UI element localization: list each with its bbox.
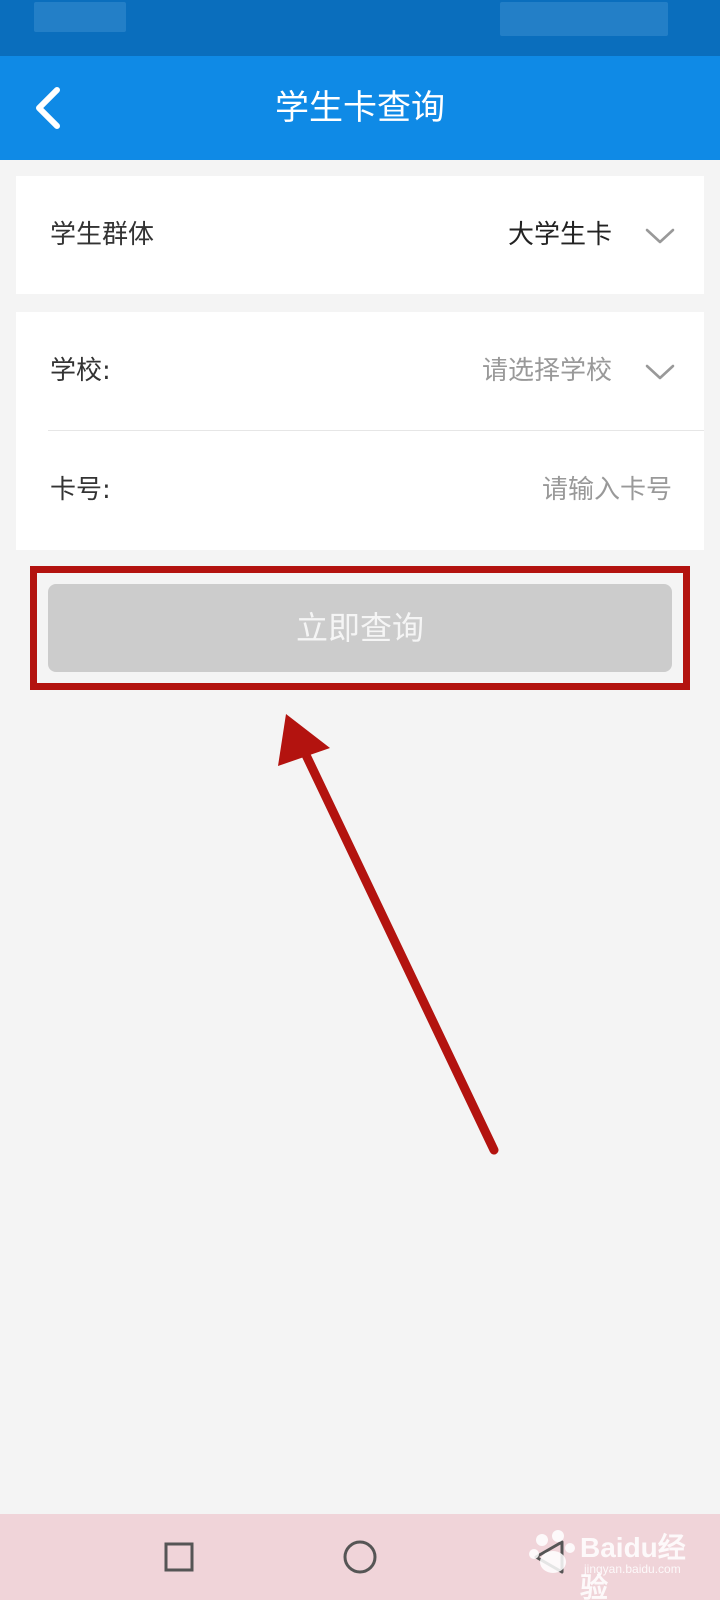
- baidu-watermark: Baidu经验 jingyan.baidu.com: [526, 1520, 706, 1600]
- nav-recent-button[interactable]: [154, 1532, 204, 1582]
- circle-icon: [343, 1540, 377, 1574]
- square-icon: [164, 1542, 194, 1572]
- paw-icon: [529, 1530, 575, 1573]
- system-nav-bar: Baidu经验 jingyan.baidu.com: [0, 1514, 720, 1600]
- watermark-url: jingyan.baidu.com: [584, 1562, 681, 1576]
- nav-home-button[interactable]: [335, 1532, 385, 1582]
- annotation-arrow: [278, 714, 499, 1155]
